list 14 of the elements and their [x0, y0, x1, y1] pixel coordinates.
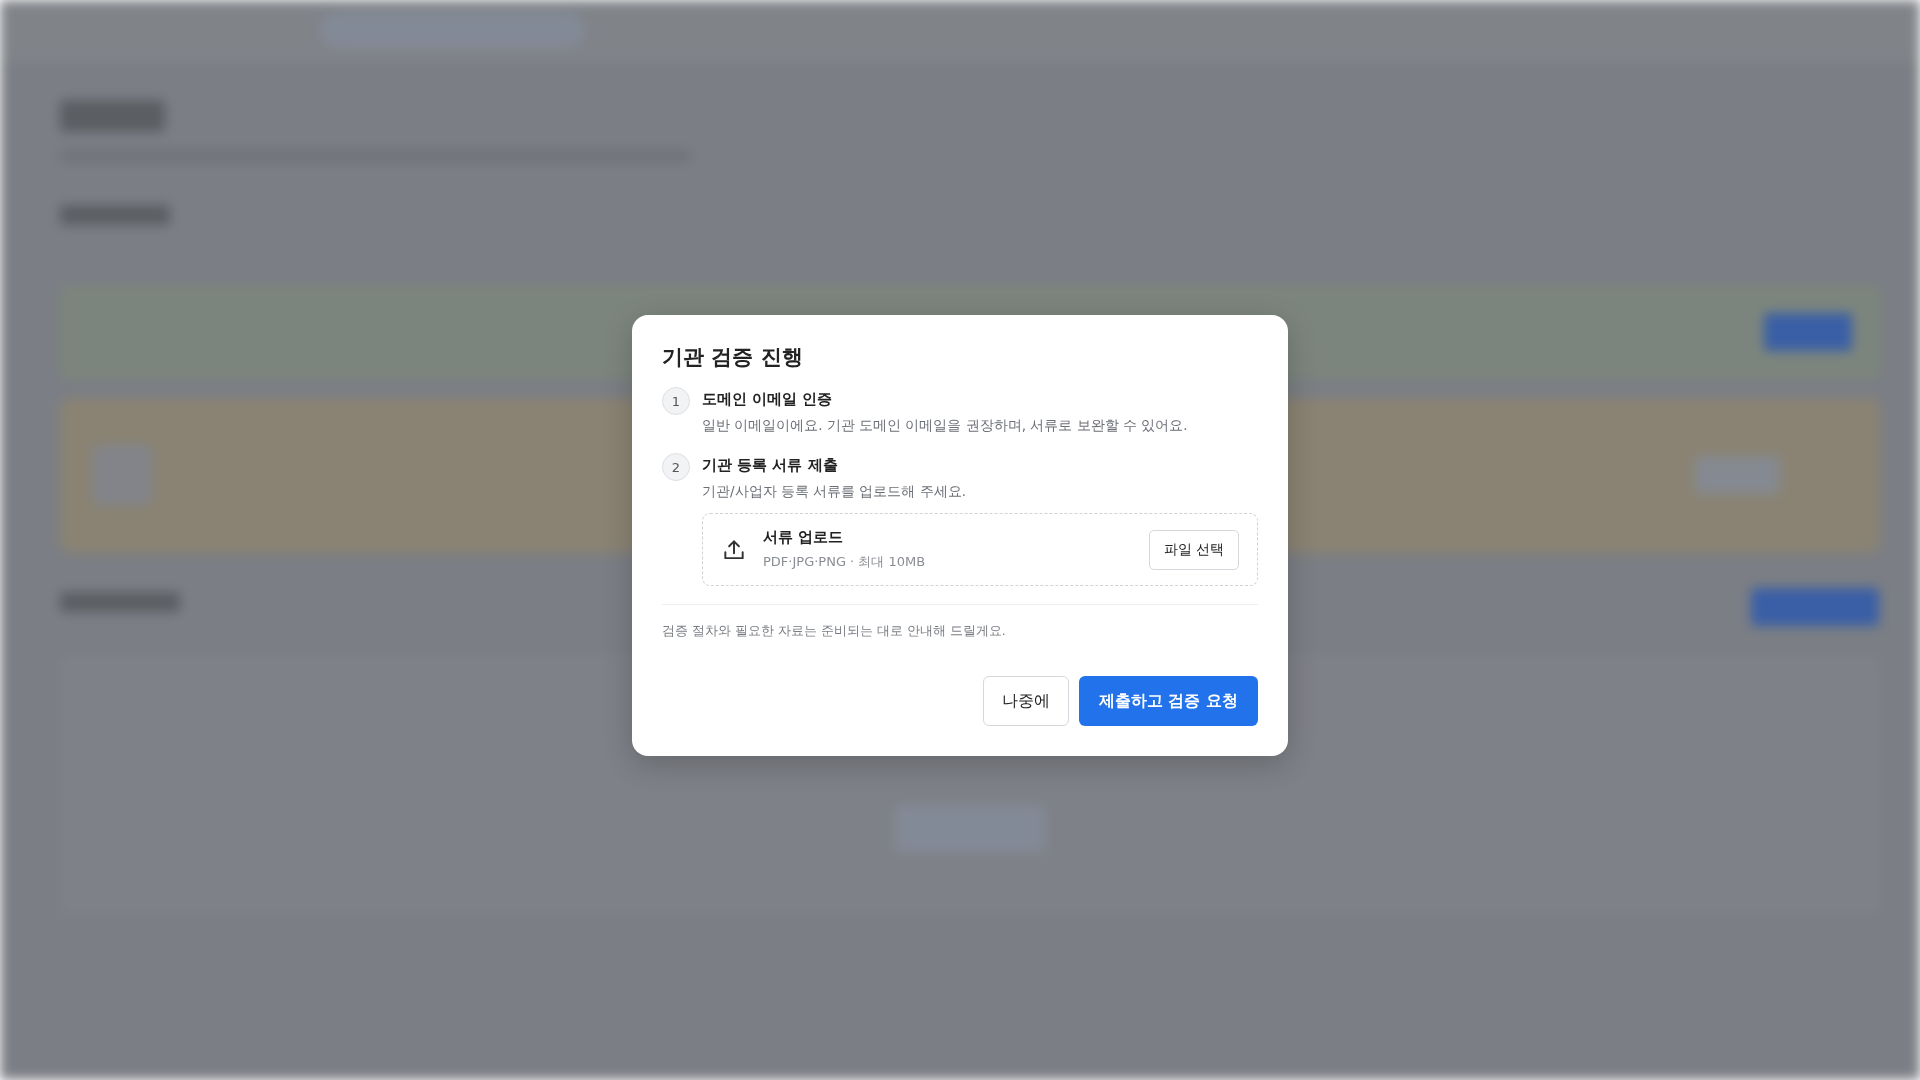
step-title: 기관 등록 서류 제출 [702, 456, 839, 475]
step-number: 1 [662, 387, 690, 415]
submit-button[interactable]: 제출하고 검증 요청 [1078, 676, 1258, 726]
file-select-button[interactable]: 파일 선택 [1148, 529, 1239, 570]
step-title: 도메인 이메일 인증 [702, 390, 834, 409]
step-description: 기관/사업자 등록 서류를 업로드해 주세요. [702, 483, 967, 501]
later-button[interactable]: 나중에 [982, 676, 1069, 726]
upload-hint: PDF·JPG·PNG · 최대 10MB [763, 553, 927, 571]
dialog-title: 기관 검증 진행 [662, 344, 804, 371]
step-description: 일반 이메일이에요. 기관 도메인 이메일을 권장하며, 서류로 보완할 수 있어요. [702, 417, 1189, 435]
info-note: 검증 절차와 필요한 자료는 준비되는 대로 안내해 드릴게요. [662, 623, 1007, 640]
upload-dropzone[interactable]: 서류 업로드 PDF·JPG·PNG · 최대 10MB 파일 선택 [702, 513, 1258, 586]
upload-title: 서류 업로드 [763, 528, 845, 547]
step-number: 2 [662, 453, 690, 481]
